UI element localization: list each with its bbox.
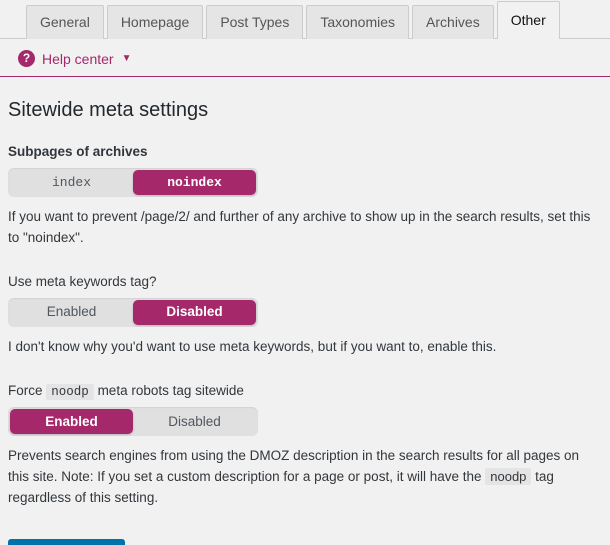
settings-content: Sitewide meta settings Subpages of archi… [0,97,610,545]
help-center-label[interactable]: Help center [42,51,114,67]
help-center-bar[interactable]: ? Help center ▼ [0,39,610,77]
toggle-option-index[interactable]: index [10,170,133,195]
toggle-option-disabled[interactable]: Disabled [133,409,256,434]
toggle-option-noindex[interactable]: noindex [133,170,256,195]
noodp-code-tag: noodp [485,468,531,485]
tab-other[interactable]: Other [497,1,560,39]
question-mark-circle-icon: ? [18,50,35,67]
tab-archives[interactable]: Archives [412,5,494,39]
toggle-force-noodp[interactable]: Enabled Disabled [8,407,258,436]
setting-label: Subpages of archives [8,143,600,162]
setting-subpages-of-archives: Subpages of archives index noindex If yo… [8,143,600,249]
toggle-option-disabled[interactable]: Disabled [133,300,256,325]
setting-label-prefix: Force [8,383,43,398]
tab-general[interactable]: General [26,5,104,39]
setting-force-noodp: Force noodp meta robots tag sitewide Ena… [8,382,600,509]
chevron-down-icon[interactable]: ▼ [122,54,132,64]
tab-taxonomies[interactable]: Taxonomies [306,5,409,39]
tab-list: General Homepage Post Types Taxonomies A… [26,0,610,39]
setting-description: If you want to prevent /page/2/ and furt… [8,207,600,249]
toggle-subpages-of-archives[interactable]: index noindex [8,168,258,197]
setting-label: Use meta keywords tag? [8,273,600,292]
toggle-option-enabled[interactable]: Enabled [10,409,133,434]
setting-description: Prevents search engines from using the D… [8,446,600,509]
setting-description: I don't know why you'd want to use meta … [8,337,600,358]
tab-homepage[interactable]: Homepage [107,5,204,39]
toggle-option-enabled[interactable]: Enabled [10,300,133,325]
page-title: Sitewide meta settings [8,97,600,123]
setting-label: Force noodp meta robots tag sitewide [8,382,600,402]
toggle-meta-keywords-tag[interactable]: Enabled Disabled [8,298,258,327]
noodp-code-tag: noodp [46,384,94,400]
tab-bar: General Homepage Post Types Taxonomies A… [0,0,610,39]
setting-meta-keywords-tag: Use meta keywords tag? Enabled Disabled … [8,273,600,358]
setting-label-suffix: meta robots tag sitewide [98,383,244,398]
tab-post-types[interactable]: Post Types [206,5,303,39]
save-changes-button[interactable]: Save Changes [8,539,125,545]
